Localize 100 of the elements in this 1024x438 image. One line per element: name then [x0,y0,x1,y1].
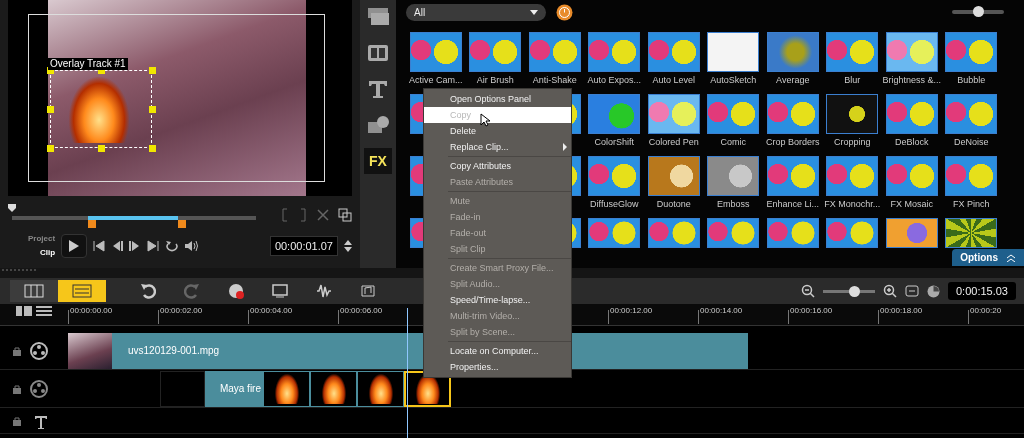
effect-thumbnail[interactable] [885,156,938,196]
skip-end-icon[interactable] [147,240,160,252]
category-dropdown[interactable]: All [406,3,546,21]
effect-thumbnail[interactable] [647,32,700,72]
effect-thumbnail[interactable] [766,94,819,134]
effect-thumbnail[interactable] [588,218,641,248]
track-list-icon[interactable] [36,306,52,316]
storyboard-view-icon [24,284,44,298]
overlay-clip[interactable] [310,370,357,407]
effect-thumbnail[interactable] [945,32,998,72]
mode-toggle-label[interactable]: Clip [28,246,56,260]
effect-thumbnail[interactable] [588,32,641,72]
resize-handle[interactable] [149,145,156,152]
effect-thumbnail[interactable] [885,218,938,248]
menu-item[interactable]: Replace Clip... [424,139,571,155]
effect-thumbnail[interactable] [826,94,879,134]
effect-thumbnail[interactable] [647,94,700,134]
effect-label: Cropping [834,136,871,149]
redo-icon[interactable] [184,283,200,299]
lock-icon[interactable] [12,415,22,426]
effect-thumbnail[interactable] [945,218,998,248]
effect-thumbnail[interactable] [588,156,641,196]
effect-thumbnail[interactable] [945,94,998,134]
effect-label: Enhance Li... [766,198,819,211]
overlay-label: Overlay Track #1 [48,58,128,70]
effect-thumbnail[interactable] [647,218,700,248]
grip-handle-icon[interactable] [2,268,36,272]
effect-label: Auto Level [652,74,695,87]
clock-icon[interactable] [927,284,940,298]
effect-label: Active Cam... [409,74,463,87]
menu-item[interactable]: Delete [424,123,571,139]
options-button[interactable]: Options [952,249,1024,266]
zoom-out-icon[interactable] [801,284,815,298]
scrub-thumb[interactable] [8,204,16,212]
ruler-time-label: 00:00:20 [970,306,1002,315]
play-button[interactable] [61,234,88,258]
effect-thumbnail[interactable] [528,32,581,72]
view-toggle-button[interactable] [10,280,58,302]
repeat-icon[interactable] [165,240,179,252]
effect-thumbnail[interactable] [409,32,462,72]
track-manager-icon[interactable] [16,306,32,316]
fire-thumbnail [368,373,393,404]
clip-name: uvs120129-001.mpg [128,344,220,358]
effect-thumbnail[interactable] [826,156,879,196]
resize-handle[interactable] [98,145,105,152]
effect-thumbnail[interactable] [766,218,819,248]
effect-thumbnail[interactable] [826,32,879,72]
resize-handle[interactable] [149,106,156,113]
effect-thumbnail[interactable] [885,32,938,72]
effect-thumbnail[interactable] [469,32,522,72]
effect-thumbnail[interactable] [766,32,819,72]
trim-marker[interactable] [178,220,186,228]
effect-thumbnail[interactable] [885,94,938,134]
overlay-clip[interactable] [263,370,310,407]
overlay-clip[interactable] [357,370,404,407]
slider-thumb[interactable] [973,6,984,17]
view-toggle-button[interactable] [58,280,106,302]
menu-item[interactable]: Copy Attributes [424,158,571,174]
effect-thumbnail[interactable] [588,94,641,134]
menu-item[interactable]: Speed/Time-lapse... [424,292,571,308]
resize-handle[interactable] [47,145,54,152]
audio-wave-icon[interactable] [316,283,332,299]
skip-start-icon[interactable] [93,240,106,252]
zoom-in-icon[interactable] [883,284,897,298]
effect-label: Colored Pen [648,136,699,149]
speaker-icon[interactable] [184,240,199,252]
overlay-clip[interactable]: Maya fire [205,370,263,407]
effect-thumbnail[interactable] [707,156,760,196]
spinner-arrows-icon[interactable] [344,239,352,253]
resize-handle[interactable] [149,67,156,74]
timeline-view-icon [72,284,92,298]
effect-thumbnail[interactable] [945,156,998,196]
effect-thumbnail[interactable] [707,94,760,134]
clip-thumbnail [68,332,112,369]
lock-icon[interactable] [12,345,22,356]
undo-icon[interactable] [140,283,156,299]
slider-thumb[interactable] [849,285,861,297]
effect-thumbnail[interactable] [647,156,700,196]
trim-marker[interactable] [88,220,96,228]
step-back-icon[interactable] [111,240,124,252]
fit-to-window-icon[interactable] [905,285,919,297]
effect-label: Crop Borders [766,136,820,149]
chevrons-up-icon [1006,254,1016,263]
resize-handle[interactable] [47,106,54,113]
menu-item[interactable]: Open Options Panel [424,91,571,107]
effect-thumbnail[interactable] [707,218,760,248]
effect-label: Auto Expos... [587,74,641,87]
menu-item[interactable]: Locate on Computer... [424,343,571,359]
effect-thumbnail[interactable] [766,156,819,196]
lock-icon[interactable] [12,383,22,394]
screen-capture-icon[interactable] [272,283,288,299]
ruler-time-label: 00:00:00.00 [70,306,113,315]
mode-toggle-label[interactable]: Project [28,232,56,246]
effect-thumbnail[interactable] [707,32,760,72]
video-track-icon [30,341,48,360]
timecode-field[interactable]: 00:00:01.07 [269,235,338,257]
scissors-icon[interactable] [316,208,330,222]
effect-thumbnail[interactable] [826,218,879,248]
copy-icon[interactable] [338,208,352,222]
library-tab[interactable]: FX [364,148,392,174]
